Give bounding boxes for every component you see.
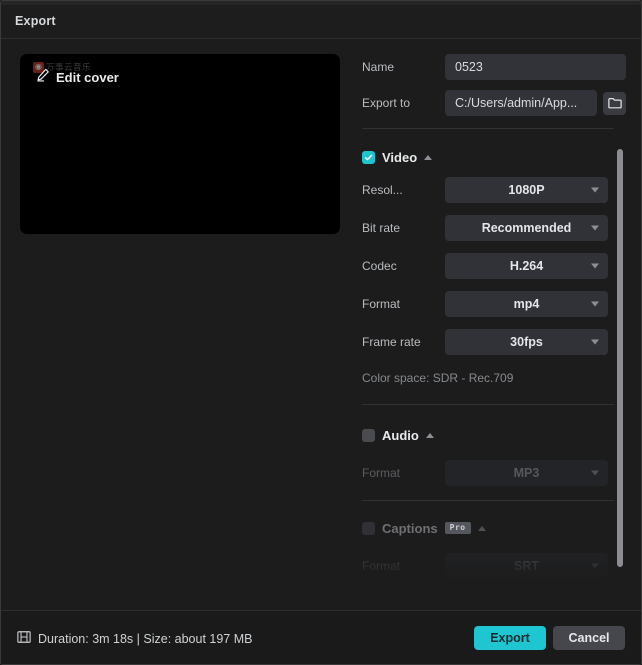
chevron-up-icon[interactable] [424,155,432,160]
film-strip-icon [17,630,31,647]
codec-row: Codec H.264 [362,253,626,279]
framerate-select[interactable]: 30fps [445,329,608,355]
resolution-label: Resol... [362,183,445,197]
codec-label: Codec [362,259,445,273]
audio-section-label: Audio [382,428,419,443]
audio-format-value: MP3 [514,466,540,480]
edit-cover-label: Edit cover [56,70,119,85]
export-dialog: Export ◉ 万事云音乐 Edit cover Name 0523 Expo… [0,0,642,665]
divider-audio-captions [362,500,614,501]
resolution-row: Resol... 1080P [362,177,626,203]
chevron-down-icon [591,226,599,231]
codec-select[interactable]: H.264 [445,253,608,279]
duration-info: Duration: 3m 18s | Size: about 197 MB [17,630,252,647]
audio-checkbox[interactable] [362,429,375,442]
captions-section-header[interactable]: Captions Pro [362,518,486,538]
audio-format-row: Format MP3 [362,460,626,486]
settings-panel: Name 0523 Export to C:/Users/admin/App..… [356,46,632,594]
audio-section-header[interactable]: Audio [362,425,434,445]
captions-format-select[interactable]: SRT [445,553,608,579]
format-value: mp4 [514,297,540,311]
format-label: Format [362,297,445,311]
framerate-value: 30fps [510,335,543,349]
audio-format-select[interactable]: MP3 [445,460,608,486]
video-preview[interactable]: ◉ 万事云音乐 Edit cover [20,54,340,234]
name-input[interactable]: 0523 [445,54,626,80]
dialog-titlebar: Export [1,5,641,39]
chevron-up-icon[interactable] [426,433,434,438]
chevron-down-icon [591,264,599,269]
pro-badge: Pro [445,522,471,534]
name-row: Name 0523 [362,54,626,80]
bitrate-row: Bit rate Recommended [362,215,626,241]
chevron-down-icon [591,471,599,476]
resolution-select[interactable]: 1080P [445,177,608,203]
captions-section-label: Captions [382,521,438,536]
captions-format-row: Format SRT [362,553,626,579]
format-select[interactable]: mp4 [445,291,608,317]
export-to-label: Export to [362,96,445,110]
folder-icon[interactable] [603,92,626,115]
chevron-down-icon [591,340,599,345]
name-label: Name [362,60,445,74]
cancel-button[interactable]: Cancel [553,626,625,650]
captions-format-value: SRT [514,559,539,573]
edit-cover-button[interactable]: Edit cover [36,68,119,87]
video-checkbox[interactable] [362,151,375,164]
chevron-up-icon[interactable] [478,526,486,531]
dialog-title: Export [15,14,56,28]
settings-scrollbar[interactable] [617,146,623,576]
export-to-row: Export to C:/Users/admin/App... [362,90,626,116]
scrollbar-thumb[interactable] [617,149,623,567]
duration-text: Duration: 3m 18s | Size: about 197 MB [38,632,252,646]
divider-top [362,128,614,129]
chevron-down-icon [591,188,599,193]
chevron-down-icon [591,302,599,307]
dialog-footer: Duration: 3m 18s | Size: about 197 MB Ex… [1,611,641,664]
color-space-text: Color space: SDR - Rec.709 [362,371,513,385]
captions-format-label: Format [362,559,445,573]
bitrate-value: Recommended [482,221,572,235]
export-path-input[interactable]: C:/Users/admin/App... [445,90,597,116]
audio-format-label: Format [362,466,445,480]
resolution-value: 1080P [508,183,544,197]
framerate-row: Frame rate 30fps [362,329,626,355]
divider-video-audio [362,404,614,405]
bitrate-select[interactable]: Recommended [445,215,608,241]
codec-value: H.264 [510,259,543,273]
export-button[interactable]: Export [474,626,546,650]
captions-checkbox[interactable] [362,522,375,535]
bitrate-label: Bit rate [362,221,445,235]
chevron-down-icon [591,564,599,569]
format-row: Format mp4 [362,291,626,317]
framerate-label: Frame rate [362,335,445,349]
pencil-edit-icon [36,68,50,87]
video-section-header[interactable]: Video [362,147,432,167]
video-section-label: Video [382,150,417,165]
